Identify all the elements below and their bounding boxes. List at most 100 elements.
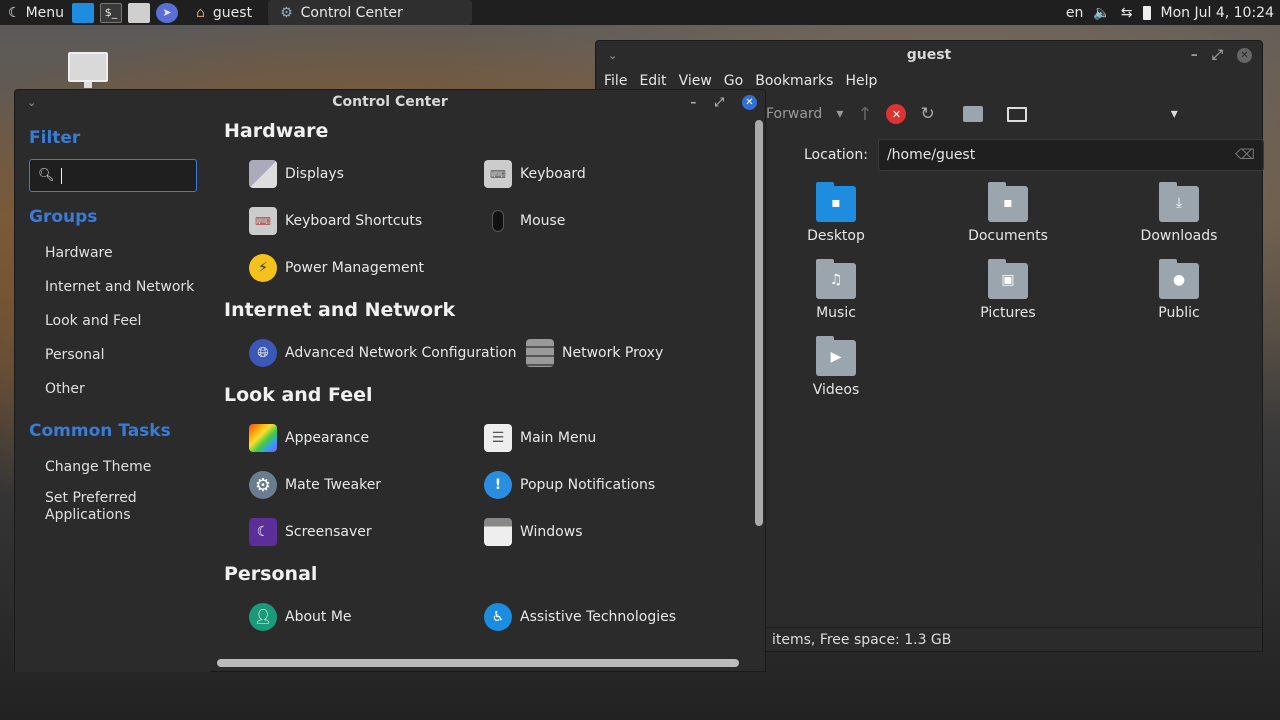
folder-desktop[interactable]: ▪ Desktop xyxy=(776,182,896,244)
network-icon[interactable]: ⇆ xyxy=(1121,5,1133,21)
menu-file[interactable]: File xyxy=(604,73,639,89)
item-keyboard[interactable]: ⌨ Keyboard xyxy=(484,160,586,188)
folder-documents[interactable]: ▪ Documents xyxy=(948,182,1068,244)
item-power-management[interactable]: ⚡ Power Management xyxy=(249,254,424,282)
location-input[interactable]: /home/guest ⌫ xyxy=(877,139,1264,171)
item-about-me[interactable]: 👤︎ About Me xyxy=(249,603,352,631)
vertical-scrollbar[interactable] xyxy=(755,120,763,526)
section-internet: Internet and Network xyxy=(224,299,456,321)
tweaker-gear-icon: ⚙ xyxy=(249,471,277,499)
menu-bookmarks[interactable]: Bookmarks xyxy=(755,73,845,89)
sidebar-item-personal[interactable]: Personal xyxy=(45,347,105,363)
status-text: items, Free space: 1.3 GB xyxy=(772,631,952,648)
folder-icon: ● xyxy=(1159,259,1199,299)
horizontal-scrollbar[interactable] xyxy=(217,659,739,667)
up-arrow-icon[interactable]: ↑ xyxy=(857,104,872,125)
taskbar-item-control-center[interactable]: ⚙ Control Center xyxy=(268,0,473,25)
desktop-glyph-icon: ▪ xyxy=(831,195,841,211)
video-glyph-icon: ▶ xyxy=(830,349,842,365)
control-center-window: ⌄ Control Center – ⤢ ✕ Filter 🔍︎ Groups … xyxy=(14,89,766,672)
window-title: Control Center xyxy=(332,94,448,110)
maximize-icon[interactable]: ⤢ xyxy=(714,95,724,110)
item-appearance[interactable]: Appearance xyxy=(249,424,369,452)
file-manager-titlebar[interactable]: ⌄ guest – ⤢ ✕ xyxy=(596,41,1262,69)
browser-launcher-icon[interactable]: ➤ xyxy=(156,2,179,23)
folder-videos[interactable]: ▶ Videos xyxy=(776,336,896,398)
battery-icon[interactable] xyxy=(1142,5,1151,20)
folder-icon: ▪ xyxy=(988,182,1028,222)
desktop-launcher-icon[interactable] xyxy=(72,2,95,23)
task-set-preferred-apps[interactable]: Set Preferred xyxy=(45,490,137,506)
item-popup-notifications[interactable]: ! Popup Notifications xyxy=(484,471,655,499)
computer-icon[interactable] xyxy=(1006,106,1027,122)
taskbar-item-guest[interactable]: ⌂ guest xyxy=(184,0,264,25)
item-mate-tweaker[interactable]: ⚙ Mate Tweaker xyxy=(249,471,381,499)
menu-edit[interactable]: Edit xyxy=(639,73,678,89)
item-label: Advanced Network Configuration xyxy=(285,345,517,361)
menu-go[interactable]: Go xyxy=(724,73,755,89)
settings-list: Hardware Displays ⌨ Keyboard ⌨ Keyboard … xyxy=(213,114,751,659)
control-center-titlebar[interactable]: ⌄ Control Center – ⤢ ✕ xyxy=(15,90,765,114)
close-icon[interactable]: ✕ xyxy=(742,94,757,110)
clock[interactable]: Mon Jul 4, 10:24 xyxy=(1161,5,1274,21)
section-hardware: Hardware xyxy=(224,120,329,142)
taskbar-item-label: guest xyxy=(212,4,253,21)
item-windows[interactable]: Windows xyxy=(484,518,583,546)
sidebar-item-other[interactable]: Other xyxy=(45,381,85,397)
item-mouse[interactable]: Mouse xyxy=(484,207,565,235)
minimize-icon[interactable]: – xyxy=(1191,47,1198,63)
maximize-icon[interactable]: ⤢ xyxy=(1212,47,1223,63)
folder-downloads[interactable]: ⤓ Downloads xyxy=(1119,182,1239,244)
keyboard-icon: ⌨ xyxy=(484,160,512,188)
filter-input[interactable]: 🔍︎ xyxy=(29,159,197,192)
window-menu-icon[interactable]: ⌄ xyxy=(608,49,617,62)
task-change-theme[interactable]: Change Theme xyxy=(45,459,151,475)
section-personal: Personal xyxy=(224,563,318,585)
menu-help[interactable]: Help xyxy=(845,73,889,89)
main-menu-button[interactable]: ☾ Menu xyxy=(0,0,72,25)
item-displays[interactable]: Displays xyxy=(249,160,344,188)
toolbar-overflow-icon[interactable]: ▾ xyxy=(1171,106,1178,122)
system-tray: en 🔈 ⇆ Mon Jul 4, 10:24 xyxy=(1066,0,1280,25)
close-icon[interactable]: ✕ xyxy=(1237,47,1252,63)
terminal-launcher-icon[interactable]: $_ xyxy=(100,2,123,23)
folder-music[interactable]: ♫ Music xyxy=(776,259,896,321)
home-folder-icon[interactable] xyxy=(962,106,983,122)
mouse-icon xyxy=(484,207,512,235)
files-launcher-icon[interactable] xyxy=(128,2,151,23)
notification-icon: ! xyxy=(484,471,512,499)
chevron-down-icon[interactable]: ▾ xyxy=(836,106,843,122)
top-panel: ☾ Menu $_ ➤ ⌂ guest ⚙ Control Center en … xyxy=(0,0,1280,25)
music-glyph-icon: ♫ xyxy=(829,272,843,288)
item-screensaver[interactable]: ☾ Screensaver xyxy=(249,518,372,546)
sidebar-item-internet[interactable]: Internet and Network xyxy=(45,279,194,295)
item-network-proxy[interactable]: Network Proxy xyxy=(526,339,663,367)
computer-desktop-icon[interactable] xyxy=(68,52,108,88)
menu-view[interactable]: View xyxy=(679,73,724,89)
item-assistive-technologies[interactable]: ♿︎ Assistive Technologies xyxy=(484,603,676,631)
reload-icon[interactable]: ↻ xyxy=(920,104,934,124)
stop-icon[interactable]: ✕ xyxy=(886,104,907,124)
section-look-and-feel: Look and Feel xyxy=(224,384,373,406)
minimize-icon[interactable]: – xyxy=(690,95,696,109)
sidebar-item-look-and-feel[interactable]: Look and Feel xyxy=(45,313,141,329)
location-label: Location: xyxy=(804,147,868,163)
picture-glyph-icon: ▣ xyxy=(1001,272,1015,288)
folder-public[interactable]: ● Public xyxy=(1119,259,1239,321)
user-info-icon: 👤︎ xyxy=(249,603,277,631)
forward-button[interactable]: Forward xyxy=(766,106,822,122)
sidebar: Filter 🔍︎ Groups Hardware Internet and N… xyxy=(15,114,211,672)
document-glyph-icon: ▪ xyxy=(1003,195,1013,211)
item-main-menu[interactable]: ☰ Main Menu xyxy=(484,424,596,452)
person-glyph-icon: ● xyxy=(1172,272,1186,288)
volume-icon[interactable]: 🔈 xyxy=(1093,5,1110,21)
mate-logo-icon: ☾ xyxy=(8,4,21,21)
task-set-preferred-apps-line2[interactable]: Applications xyxy=(45,507,131,523)
sidebar-item-hardware[interactable]: Hardware xyxy=(45,245,113,261)
folder-pictures[interactable]: ▣ Pictures xyxy=(948,259,1068,321)
item-keyboard-shortcuts[interactable]: ⌨ Keyboard Shortcuts xyxy=(249,207,422,235)
keyboard-layout-indicator[interactable]: en xyxy=(1066,5,1084,21)
item-advanced-network[interactable]: 🌐︎ Advanced Network Configuration xyxy=(249,339,516,367)
window-menu-icon[interactable]: ⌄ xyxy=(27,96,36,109)
clear-icon[interactable]: ⌫ xyxy=(1235,147,1255,163)
